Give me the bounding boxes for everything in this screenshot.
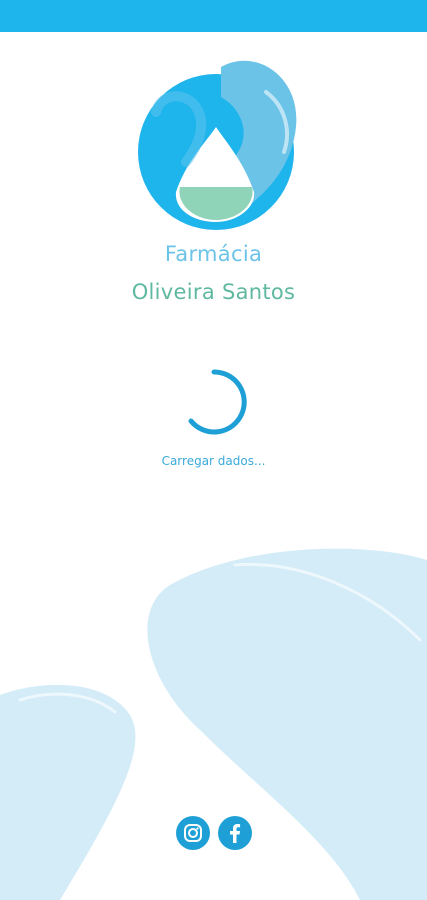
facebook-button[interactable] [218, 816, 252, 850]
loading-spinner-icon [188, 369, 247, 435]
loading-text: Carregar dados... [161, 454, 266, 468]
splash-screen: Farmácia Oliveira Santos Carregar dados.… [0, 0, 427, 900]
social-links [176, 816, 256, 852]
brand-name-line1: Farmácia [164, 242, 263, 266]
facebook-icon [230, 824, 241, 843]
instagram-icon [184, 824, 202, 842]
water-drop-logo-icon [138, 60, 297, 230]
brand-name-line2: Oliveira Santos [131, 280, 296, 304]
status-bar [0, 0, 427, 32]
instagram-button[interactable] [176, 816, 210, 850]
